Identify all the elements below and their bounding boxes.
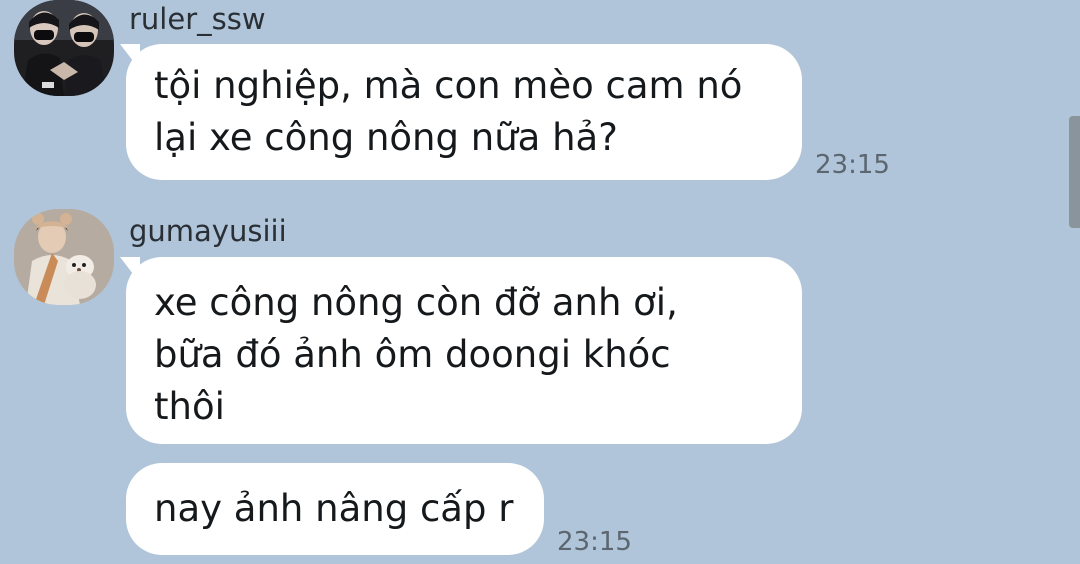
scrollbar[interactable] — [1069, 116, 1080, 228]
avatar-photo — [14, 0, 114, 96]
message-text: tội nghiệp, mà con mèo cam nó lại xe côn… — [154, 64, 743, 159]
message-text: xe công nông còn đỡ anh ơi, bữa đó ảnh ô… — [154, 281, 678, 428]
avatar-photo — [14, 209, 114, 305]
chat-area: ruler_ssw tội nghiệp, mà con mèo cam nó … — [0, 0, 1080, 564]
message-timestamp: 23:15 — [815, 150, 890, 180]
sender-name: ruler_ssw — [129, 2, 266, 36]
sender-name: gumayusiii — [129, 214, 287, 248]
message-text: nay ảnh nâng cấp r — [154, 487, 514, 530]
message-timestamp: 23:15 — [557, 527, 632, 557]
message-bubble[interactable]: xe công nông còn đỡ anh ơi, bữa đó ảnh ô… — [120, 257, 802, 444]
message-bubble[interactable]: tội nghiệp, mà con mèo cam nó lại xe côn… — [120, 44, 802, 180]
avatar-gumayusiii[interactable] — [14, 209, 114, 305]
avatar-ruler-ssw[interactable] — [14, 0, 114, 96]
message-bubble[interactable]: nay ảnh nâng cấp r — [126, 463, 544, 555]
